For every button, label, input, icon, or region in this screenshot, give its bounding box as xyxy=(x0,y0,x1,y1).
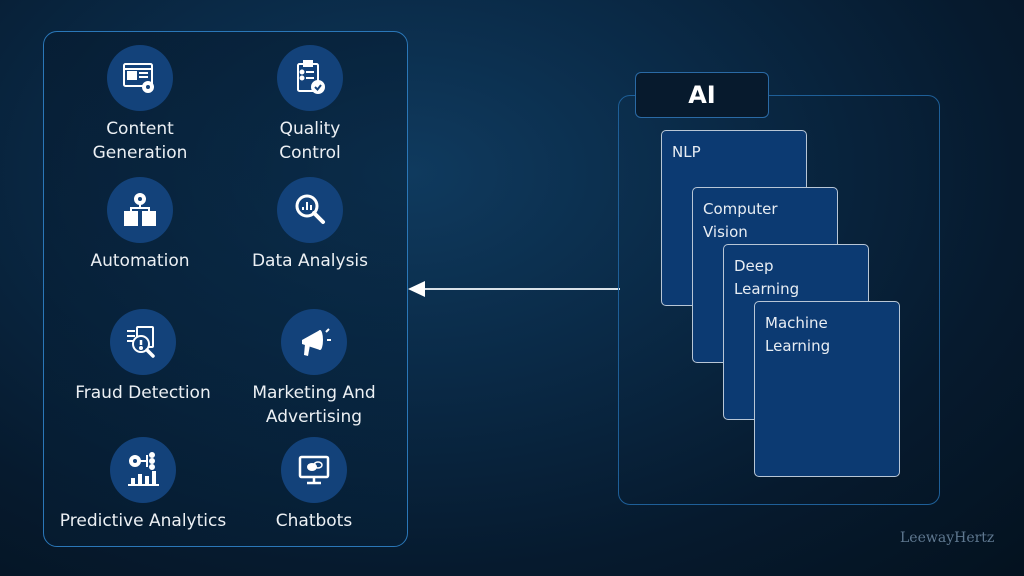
app-label: Marketing And Advertising xyxy=(252,383,376,427)
quality-control-icon xyxy=(277,45,343,111)
layer-card-machine-learning: Machine Learning xyxy=(754,301,900,477)
app-label: Automation xyxy=(90,251,190,271)
app-label: Predictive Analytics xyxy=(59,511,227,531)
app-label: Quality Control xyxy=(279,119,341,163)
app-label: Data Analysis xyxy=(251,251,369,271)
app-data-analysis: Data Analysis xyxy=(220,177,400,273)
app-marketing-advertising: Marketing And Advertising xyxy=(224,309,404,429)
watermark-logo: LeewayHertz xyxy=(900,530,995,546)
app-label: Chatbots xyxy=(275,511,353,531)
app-chatbots: Chatbots xyxy=(224,437,404,533)
ai-title: AI xyxy=(635,72,769,118)
app-content-generation: Content Generation xyxy=(50,45,230,165)
app-label: Content Generation xyxy=(92,119,188,163)
data-analysis-icon xyxy=(277,177,343,243)
app-fraud-detection: Fraud Detection xyxy=(53,309,233,405)
chatbot-monitor-icon xyxy=(281,437,347,503)
content-generation-icon xyxy=(107,45,173,111)
left-arrow-icon xyxy=(408,281,620,297)
predictive-analytics-icon xyxy=(110,437,176,503)
fraud-detection-icon xyxy=(110,309,176,375)
app-predictive-analytics: Predictive Analytics xyxy=(53,437,233,533)
app-quality-control: Quality Control xyxy=(220,45,400,165)
marketing-megaphone-icon xyxy=(281,309,347,375)
app-automation: Automation xyxy=(50,177,230,273)
app-label: Fraud Detection xyxy=(75,383,211,403)
automation-icon xyxy=(107,177,173,243)
